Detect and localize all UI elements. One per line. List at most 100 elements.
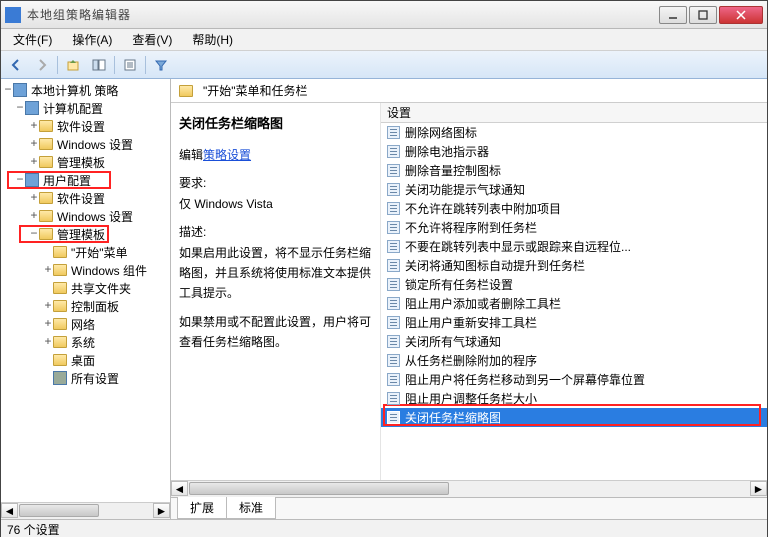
- tree-start-menu[interactable]: "开始"菜单: [3, 243, 170, 261]
- list-item[interactable]: 锁定所有任务栏设置: [381, 275, 767, 294]
- edit-policy-link[interactable]: 策略设置: [203, 148, 251, 162]
- selected-policy-title: 关闭任务栏缩略图: [179, 113, 372, 135]
- column-header-setting[interactable]: 设置: [381, 103, 767, 123]
- tree-item[interactable]: +软件设置: [3, 189, 170, 207]
- scroll-right-button[interactable]: ►: [750, 481, 767, 496]
- show-hide-tree-button[interactable]: [88, 54, 110, 76]
- policy-icon: [387, 164, 400, 177]
- window-title: 本地组策略编辑器: [27, 6, 659, 23]
- description-pane: 关闭任务栏缩略图 编辑策略设置 要求:仅 Windows Vista 描述:如果…: [171, 103, 381, 480]
- list-item-label: 关闭将通知图标自动提升到任务栏: [405, 257, 585, 274]
- forward-button[interactable]: [31, 54, 53, 76]
- policy-icon: [387, 373, 400, 386]
- list-item[interactable]: 关闭所有气球通知: [381, 332, 767, 351]
- scroll-left-button[interactable]: ◄: [1, 503, 18, 518]
- tree-item[interactable]: +Windows 设置: [3, 135, 170, 153]
- list-item[interactable]: 删除电池指示器: [381, 142, 767, 161]
- filter-button[interactable]: [150, 54, 172, 76]
- tab-standard[interactable]: 标准: [226, 497, 276, 519]
- list-item[interactable]: 关闭任务栏缩略图: [381, 408, 767, 427]
- policy-icon: [387, 354, 400, 367]
- content-title: "开始"菜单和任务栏: [203, 82, 308, 99]
- view-tabs: 扩展 标准: [171, 497, 767, 519]
- menu-help[interactable]: 帮助(H): [184, 29, 241, 50]
- status-bar: 76 个设置: [1, 519, 767, 537]
- properties-button[interactable]: [119, 54, 141, 76]
- list-item-label: 关闭任务栏缩略图: [405, 409, 501, 426]
- list-item[interactable]: 不允许在跳转列表中附加项目: [381, 199, 767, 218]
- tree-item[interactable]: +Windows 组件: [3, 261, 170, 279]
- up-button[interactable]: [62, 54, 84, 76]
- list-item-label: 删除网络图标: [405, 124, 477, 141]
- tree-item[interactable]: +Windows 设置: [3, 207, 170, 225]
- scroll-thumb[interactable]: [189, 482, 449, 495]
- policy-icon: [387, 316, 400, 329]
- list-item-label: 阻止用户添加或者删除工具栏: [405, 295, 561, 312]
- back-button[interactable]: [5, 54, 27, 76]
- list-item[interactable]: 关闭功能提示气球通知: [381, 180, 767, 199]
- tree-admin-templates[interactable]: −管理模板: [3, 225, 170, 243]
- list-item[interactable]: 阻止用户将任务栏移动到另一个屏幕停靠位置: [381, 370, 767, 389]
- scroll-left-button[interactable]: ◄: [171, 481, 188, 496]
- list-item[interactable]: 不要在跳转列表中显示或跟踪来自远程位...: [381, 237, 767, 256]
- list-item-label: 阻止用户重新安排工具栏: [405, 314, 537, 331]
- policy-icon: [387, 221, 400, 234]
- toolbar: [1, 51, 767, 79]
- policy-icon: [387, 126, 400, 139]
- list-item[interactable]: 不允许将程序附到任务栏: [381, 218, 767, 237]
- tree-root[interactable]: −本地计算机 策略: [3, 81, 170, 99]
- tree-computer-config[interactable]: −计算机配置: [3, 99, 170, 117]
- minimize-button[interactable]: [659, 6, 687, 24]
- policy-icon: [387, 259, 400, 272]
- list-item[interactable]: 阻止用户添加或者删除工具栏: [381, 294, 767, 313]
- list-item[interactable]: 关闭将通知图标自动提升到任务栏: [381, 256, 767, 275]
- tree-item[interactable]: 桌面: [3, 351, 170, 369]
- policy-icon: [387, 411, 400, 424]
- list-item[interactable]: 删除网络图标: [381, 123, 767, 142]
- separator: [114, 56, 115, 74]
- list-item-label: 删除音量控制图标: [405, 162, 501, 179]
- list-item-label: 关闭所有气球通知: [405, 333, 501, 350]
- scroll-right-button[interactable]: ►: [153, 503, 170, 518]
- list-item[interactable]: 从任务栏删除附加的程序: [381, 351, 767, 370]
- tab-extended[interactable]: 扩展: [177, 497, 227, 519]
- policy-icon: [387, 240, 400, 253]
- menu-bar: 文件(F) 操作(A) 查看(V) 帮助(H): [1, 29, 767, 51]
- tree-item[interactable]: 共享文件夹: [3, 279, 170, 297]
- content-header: "开始"菜单和任务栏: [171, 79, 767, 103]
- scroll-thumb[interactable]: [19, 504, 99, 517]
- policy-icon: [387, 145, 400, 158]
- close-button[interactable]: [719, 6, 763, 24]
- list-item-label: 锁定所有任务栏设置: [405, 276, 513, 293]
- list-item-label: 不允许将程序附到任务栏: [405, 219, 537, 236]
- policy-icon: [387, 392, 400, 405]
- list-item[interactable]: 阻止用户重新安排工具栏: [381, 313, 767, 332]
- menu-file[interactable]: 文件(F): [5, 29, 60, 50]
- list-item-label: 不允许在跳转列表中附加项目: [405, 200, 561, 217]
- folder-icon: [179, 85, 193, 97]
- list-item-label: 从任务栏删除附加的程序: [405, 352, 537, 369]
- tree-item[interactable]: +控制面板: [3, 297, 170, 315]
- policy-icon: [387, 278, 400, 291]
- menu-action[interactable]: 操作(A): [64, 29, 120, 50]
- tree-item[interactable]: +网络: [3, 315, 170, 333]
- list-item-label: 删除电池指示器: [405, 143, 489, 160]
- list-item[interactable]: 删除音量控制图标: [381, 161, 767, 180]
- separator: [145, 56, 146, 74]
- tree-all-settings[interactable]: 所有设置: [3, 369, 170, 387]
- settings-list[interactable]: 删除网络图标删除电池指示器删除音量控制图标关闭功能提示气球通知不允许在跳转列表中…: [381, 123, 767, 480]
- list-item-label: 关闭功能提示气球通知: [405, 181, 525, 198]
- tree-pane[interactable]: −本地计算机 策略 −计算机配置 +软件设置 +Windows 设置 +管理模板…: [1, 79, 171, 519]
- tree-user-config[interactable]: −用户配置: [3, 171, 170, 189]
- list-item-label: 阻止用户调整任务栏大小: [405, 390, 537, 407]
- policy-icon: [387, 183, 400, 196]
- list-item-label: 不要在跳转列表中显示或跟踪来自远程位...: [405, 238, 631, 255]
- maximize-button[interactable]: [689, 6, 717, 24]
- list-item[interactable]: 阻止用户调整任务栏大小: [381, 389, 767, 408]
- tree-item[interactable]: +管理模板: [3, 153, 170, 171]
- policy-icon: [387, 335, 400, 348]
- tree-item[interactable]: +软件设置: [3, 117, 170, 135]
- tree-item[interactable]: +系统: [3, 333, 170, 351]
- menu-view[interactable]: 查看(V): [124, 29, 180, 50]
- policy-icon: [387, 202, 400, 215]
